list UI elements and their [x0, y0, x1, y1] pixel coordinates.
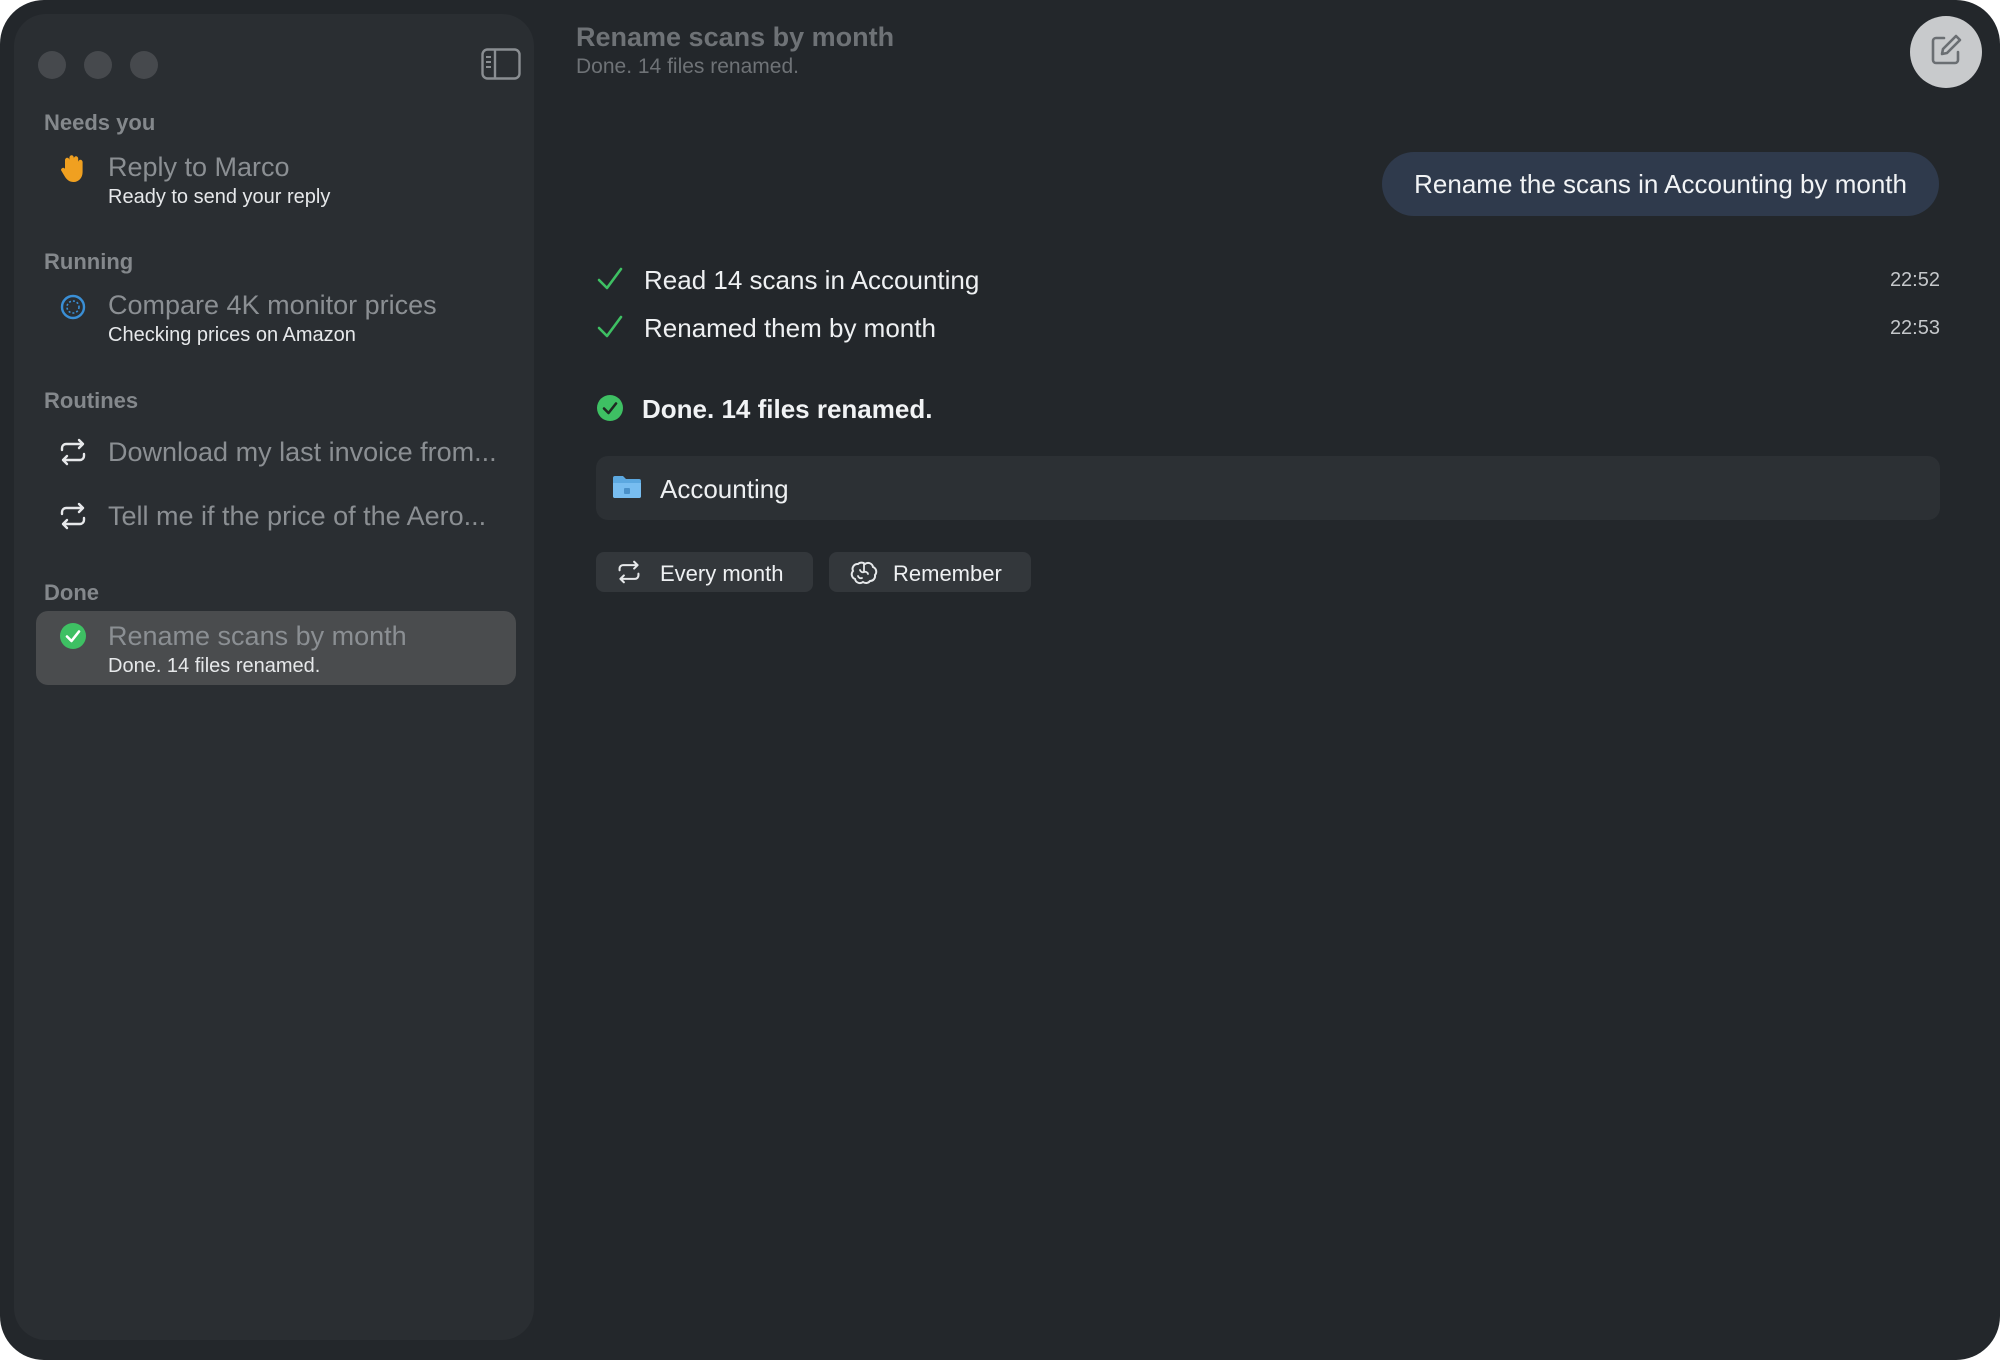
step-item: Read 14 scans in Accounting 22:52 [596, 261, 1940, 301]
minimize-window-button[interactable] [84, 51, 112, 79]
every-month-label: Every month [660, 561, 784, 586]
spinner-icon [58, 292, 88, 322]
step-timestamp: 22:52 [1889, 269, 1940, 291]
user-message-bubble: Rename the scans in Accounting by month [1382, 152, 1939, 216]
checkmark-icon [596, 265, 624, 298]
step-text: Renamed them by month [644, 313, 936, 343]
sidebar-toggle-icon[interactable] [481, 48, 521, 80]
every-month-button[interactable]: Every month [596, 552, 813, 592]
routine-title: Download my last invoice from... [108, 437, 497, 467]
folder-card-accounting[interactable]: Accounting [596, 456, 1940, 520]
brain-icon [849, 560, 879, 591]
compose-button[interactable] [1910, 16, 1982, 88]
task-title: Rename scans by month [108, 621, 407, 651]
result-text: Done. 14 files renamed. [642, 394, 933, 424]
folder-label: Accounting [660, 474, 789, 504]
task-subtitle: Ready to send your reply [108, 186, 331, 208]
repeat-icon [58, 501, 88, 531]
routine-title: Tell me if the price of the Aero... [108, 501, 487, 531]
page-title: Rename scans by month [576, 22, 895, 52]
compose-icon [1928, 32, 1964, 73]
task-subtitle: Done. 14 files renamed. [108, 655, 321, 677]
remember-label: Remember [893, 561, 1002, 586]
section-title-needs-you: Needs you [44, 110, 156, 135]
step-item: Renamed them by month 22:53 [596, 309, 1940, 349]
repeat-icon [616, 560, 642, 589]
check-circle-icon [596, 394, 624, 427]
task-rename-scans[interactable]: Rename scans by month Done. 14 files ren… [36, 611, 516, 685]
task-compare-monitor-prices[interactable]: Compare 4K monitor prices Checking price… [36, 284, 516, 354]
repeat-icon [58, 437, 88, 467]
section-title-running: Running [44, 249, 134, 274]
routine-price-alert[interactable]: Tell me if the price of the Aero... [36, 496, 516, 536]
page-subtitle: Done. 14 files renamed. [576, 55, 799, 78]
check-circle-icon [58, 621, 88, 651]
checkmark-icon [596, 313, 624, 346]
remember-button[interactable]: Remember [829, 552, 1031, 592]
task-title: Reply to Marco [108, 152, 290, 182]
step-text: Read 14 scans in Accounting [644, 265, 980, 295]
raised-hand-icon [58, 154, 88, 184]
section-title-routines: Routines [44, 388, 139, 413]
app-window: Needs you Reply to Marco Ready to send y… [0, 0, 2000, 1360]
task-reply-to-marco[interactable]: Reply to Marco Ready to send your reply [36, 146, 516, 216]
task-subtitle: Checking prices on Amazon [108, 324, 356, 346]
folder-icon [612, 474, 642, 505]
task-title: Compare 4K monitor prices [108, 290, 437, 320]
routine-download-invoice[interactable]: Download my last invoice from... [36, 432, 516, 472]
zoom-window-button[interactable] [130, 51, 158, 79]
close-window-button[interactable] [38, 51, 66, 79]
section-title-done: Done [44, 580, 99, 605]
step-timestamp: 22:53 [1889, 317, 1940, 339]
